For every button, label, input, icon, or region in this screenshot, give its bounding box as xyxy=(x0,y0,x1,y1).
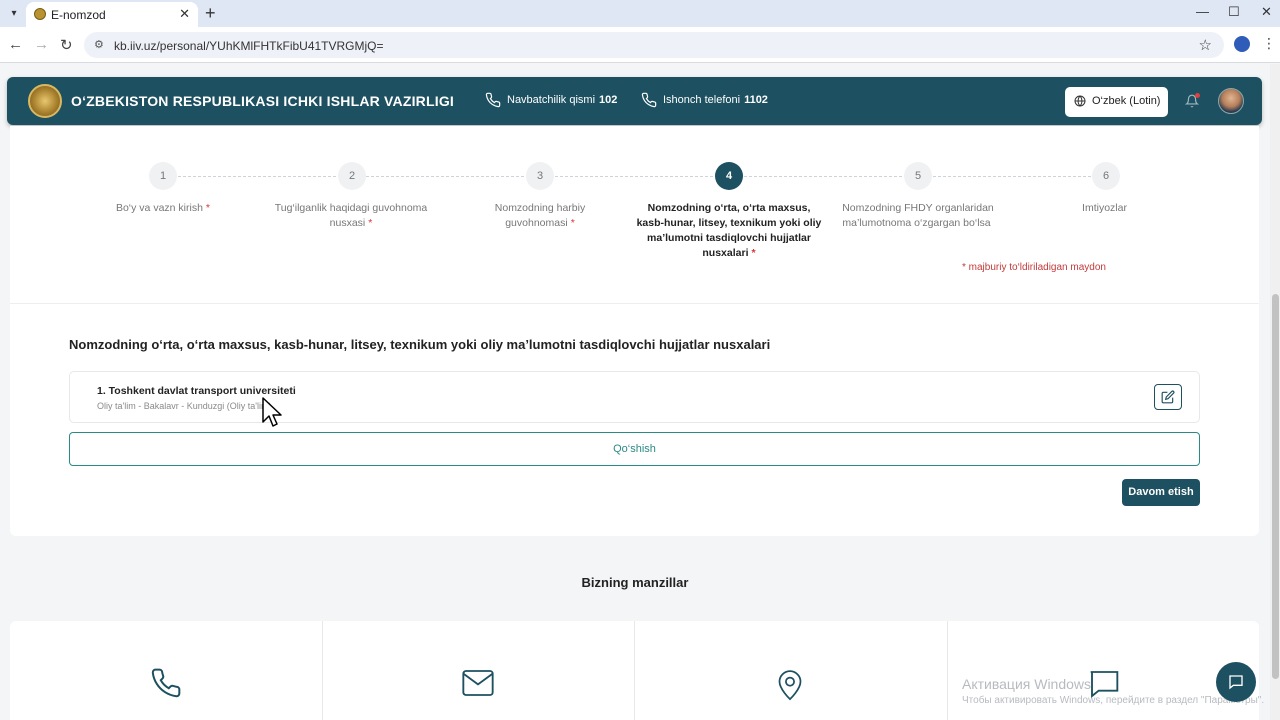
favicon-icon xyxy=(34,8,46,20)
document-item: 1. Toshkent davlat transport universitet… xyxy=(69,371,1200,423)
reload-icon[interactable]: ↻ xyxy=(60,36,73,54)
duty-label: Navbatchilik qismi xyxy=(507,94,596,106)
addresses-title: Bizning manzillar xyxy=(581,575,689,590)
avatar[interactable] xyxy=(1218,88,1244,114)
mail-icon xyxy=(462,670,494,696)
emblem-logo xyxy=(28,84,62,118)
window-close-icon[interactable]: ✕ xyxy=(1261,4,1272,20)
step-label-text: Nomzodning o‘rta, o‘rta maxsus, kasb-hun… xyxy=(636,202,822,259)
site-header: O‘ZBEKISTON RESPUBLIKASI ICHKI ISHLAR VA… xyxy=(7,77,1262,125)
org-title: O‘ZBEKISTON RESPUBLIKASI ICHKI ISHLAR VA… xyxy=(71,93,455,109)
watermark-subtitle: Чтобы активировать Windows, перейдите в … xyxy=(962,695,1265,706)
document-name: 1. Toshkent davlat transport universitet… xyxy=(97,385,296,397)
section-title: Nomzodning o‘rta, o‘rta maxsus, kasb-hun… xyxy=(69,337,771,352)
column-divider xyxy=(634,621,635,720)
browser-tab[interactable]: E-nomzod ✕ xyxy=(26,2,198,27)
tab-search-icon[interactable]: ▾ xyxy=(6,6,22,22)
profile-icon[interactable] xyxy=(1234,36,1250,52)
divider xyxy=(10,303,1259,304)
phone-icon xyxy=(151,668,181,698)
step-5-label: Nomzodning FHDY organlaridan ma’lumotnom… xyxy=(836,201,1000,231)
site-info-icon[interactable]: ⚙ xyxy=(94,38,104,51)
required-mark: * xyxy=(751,247,756,259)
add-button[interactable]: Qo‘shish xyxy=(69,432,1200,466)
continue-button[interactable]: Davom etish xyxy=(1122,479,1200,506)
step-connector xyxy=(744,176,902,177)
duty-number: 102 xyxy=(599,94,618,106)
column-divider xyxy=(322,621,323,720)
step-connector xyxy=(178,176,336,177)
step-3-label: Nomzodning harbiy guvohnomasi * xyxy=(475,201,605,231)
page-scrollbar[interactable] xyxy=(1270,64,1280,720)
chat-button[interactable] xyxy=(1216,662,1256,702)
step-2-circle[interactable]: 2 xyxy=(338,162,366,190)
step-4-label: Nomzodning o‘rta, o‘rta maxsus, kasb-hun… xyxy=(634,201,824,261)
step-connector xyxy=(555,176,713,177)
edit-icon xyxy=(1161,390,1175,404)
location-icon xyxy=(778,670,802,701)
step-label-text: Nomzodning FHDY organlaridan ma’lumotnom… xyxy=(842,202,994,229)
step-6-label: Imtiyozlar xyxy=(1011,201,1201,216)
minimize-icon[interactable]: — xyxy=(1196,4,1209,19)
document-details: Oliy ta'lim - Bakalavr - Kunduzgi (Oliy … xyxy=(97,401,272,411)
step-label-text: Bo‘y va vazn kirish xyxy=(115,202,203,214)
edit-button[interactable] xyxy=(1154,384,1182,410)
language-select[interactable]: O‘zbek (Lotin) xyxy=(1065,87,1168,117)
bookmark-star-icon[interactable]: ☆ xyxy=(1199,36,1212,54)
step-1-circle[interactable]: 1 xyxy=(149,162,177,190)
forward-icon[interactable]: → xyxy=(34,36,49,53)
required-note: * majburiy to‘ldiriladigan maydon xyxy=(962,262,1106,273)
step-label-text: Tug‘ilganlik haqidagi guvohnoma nusxasi xyxy=(274,202,428,229)
tab-title: E-nomzod xyxy=(51,8,106,22)
step-6-circle[interactable]: 6 xyxy=(1092,162,1120,190)
chat-icon xyxy=(1229,675,1243,690)
address-bar: ← → ↻ ⚙ kb.iiv.uz/personal/YUhKMlFHTkFib… xyxy=(0,27,1280,63)
url-field[interactable]: ⚙ kb.iiv.uz/personal/YUhKMlFHTkFibU41TVR… xyxy=(84,32,1224,58)
step-5-circle[interactable]: 5 xyxy=(904,162,932,190)
mouse-cursor-icon xyxy=(262,397,282,427)
main-card xyxy=(10,126,1259,536)
trust-label: Ishonch telefoni xyxy=(663,94,741,106)
browser-menu-icon[interactable]: ⋮ xyxy=(1262,35,1276,52)
new-tab-icon[interactable]: + xyxy=(205,3,216,24)
maximize-icon[interactable]: ☐ xyxy=(1228,4,1240,20)
step-connector xyxy=(933,176,1091,177)
globe-icon xyxy=(1074,95,1086,107)
language-label: O‘zbek (Lotin) xyxy=(1092,95,1161,107)
step-connector xyxy=(366,176,524,177)
step-3-circle[interactable]: 3 xyxy=(526,162,554,190)
step-4-circle[interactable]: 4 xyxy=(715,162,743,190)
step-1-label: Bo‘y va vazn kirish * xyxy=(68,201,258,216)
phone-icon xyxy=(485,92,501,108)
required-mark: * xyxy=(570,217,575,229)
back-icon[interactable]: ← xyxy=(8,36,23,53)
notification-dot xyxy=(1195,93,1200,98)
close-icon[interactable]: ✕ xyxy=(179,6,190,22)
browser-tabbar: ▾ E-nomzod ✕ + — ☐ ✕ xyxy=(0,0,1280,27)
required-mark: * xyxy=(368,217,373,229)
trust-number: 1102 xyxy=(744,94,768,106)
url-text: kb.iiv.uz/personal/YUhKMlFHTkFibU41TVRGM… xyxy=(114,39,384,53)
phone-icon xyxy=(641,92,657,108)
column-divider xyxy=(947,621,948,720)
step-label-text: Imtiyozlar xyxy=(1082,202,1127,214)
required-mark: * xyxy=(205,202,211,214)
scroll-thumb[interactable] xyxy=(1272,294,1279,679)
step-2-label: Tug‘ilganlik haqidagi guvohnoma nusxasi * xyxy=(257,201,445,231)
